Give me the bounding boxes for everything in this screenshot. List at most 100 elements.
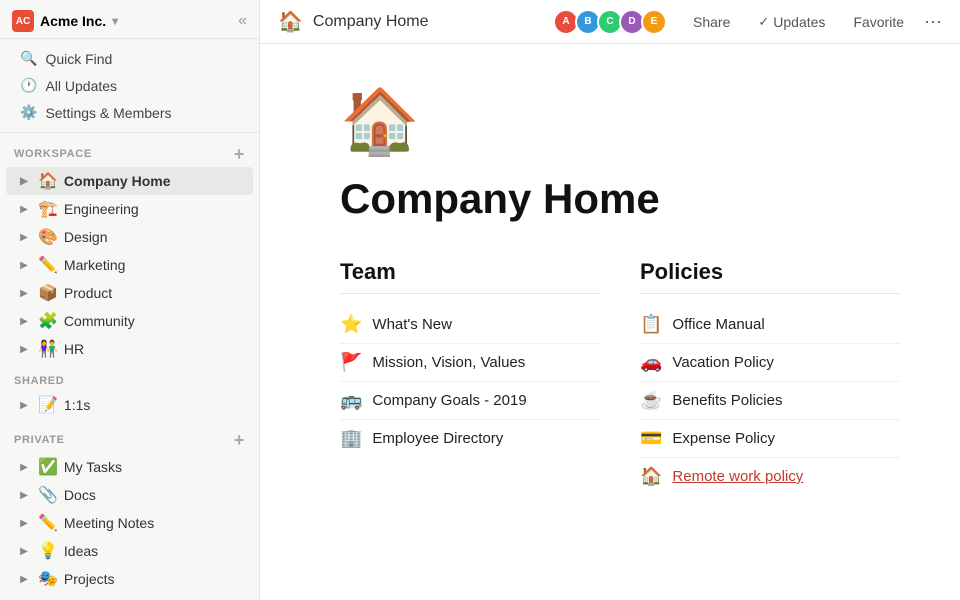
my-tasks-icon: ✅ [38,457,58,477]
tree-arrow-ideas: ▶ [16,546,32,557]
list-item-remote-work-policy[interactable]: 🏠 Remote work policy [640,458,900,495]
tree-arrow-design: ▶ [16,232,32,243]
tree-arrow-product: ▶ [16,288,32,299]
policies-column-title: Policies [640,259,900,294]
tree-arrow-hr: ▶ [16,344,32,355]
updates-button[interactable]: ✓ Updates [750,10,833,34]
list-item-office-manual[interactable]: 📋 Office Manual [640,306,900,344]
office-manual-icon: 📋 [640,314,662,335]
meeting-notes-icon: ✏️ [38,513,58,533]
more-options-button[interactable]: ··· [924,11,942,32]
all-updates-label: All Updates [45,78,117,94]
page-title: Company Home [340,175,900,223]
topbar: 🏠 Company Home A B C D E Share ✓ Updates… [260,0,960,44]
workspace-label: Acme Inc. [40,13,106,29]
shared-section-label: SHARED [0,363,259,391]
list-item-expense-policy[interactable]: 💳 Expense Policy [640,420,900,458]
topbar-actions: Share ✓ Updates Favorite ··· [685,10,942,34]
sidebar-item-1on1s[interactable]: ▶ 📝 1:1s [6,391,253,419]
expense-policy-label: Expense Policy [672,430,775,447]
sidebar-item-design[interactable]: ▶ 🎨 Design [6,223,253,251]
share-button[interactable]: Share [685,10,738,34]
engineering-icon: 🏗️ [38,199,58,219]
sidebar-item-marketing[interactable]: ▶ ✏️ Marketing [6,251,253,279]
tree-arrow-projects: ▶ [16,574,32,585]
sidebar-item-engineering[interactable]: ▶ 🏗️ Engineering [6,195,253,223]
shared-items: ▶ 📝 1:1s [0,391,259,419]
1on1s-label: 1:1s [64,397,243,413]
topbar-title: Company Home [313,13,543,31]
quick-find-label: Quick Find [45,51,112,67]
workspace-caret: ▾ [112,14,118,28]
design-icon: 🎨 [38,227,58,247]
remote-work-policy-icon: 🏠 [640,466,662,487]
tree-arrow-1on1s: ▶ [16,400,32,411]
private-section-label: PRIVATE + [0,419,259,453]
workspace-add-button[interactable]: + [234,145,245,163]
workspace-avatar: AC [12,10,34,32]
search-icon: 🔍 [20,50,37,67]
sidebar-item-quick-find[interactable]: 🔍 Quick Find [6,45,253,72]
favorite-label: Favorite [853,14,904,30]
ideas-icon: 💡 [38,541,58,561]
topbar-page-icon: 🏠 [278,9,303,34]
page-content: 🏠 Company Home Team ⭐ What's New 🚩 Missi… [260,44,960,600]
sidebar-collapse-button[interactable]: « [238,12,247,30]
list-item-company-goals[interactable]: 🚌 Company Goals - 2019 [340,382,600,420]
tree-arrow-company-home: ▶ [16,176,32,187]
updates-label: Updates [773,14,825,30]
projects-icon: 🎭 [38,569,58,589]
team-column-title: Team [340,259,600,294]
sidebar-item-hr[interactable]: ▶ 👫 HR [6,335,253,363]
main-panel: 🏠 Company Home A B C D E Share ✓ Updates… [260,0,960,600]
page-emoji: 🏠 [340,84,900,159]
policies-column: Policies 📋 Office Manual 🚗 Vacation Poli… [640,259,900,495]
list-item-employee-directory[interactable]: 🏢 Employee Directory [340,420,600,457]
sidebar-item-company-home[interactable]: ▶ 🏠 Company Home [6,167,253,195]
sidebar-item-docs[interactable]: ▶ 📎 Docs [6,481,253,509]
tree-arrow-meeting-notes: ▶ [16,518,32,529]
marketing-label: Marketing [64,257,243,273]
benefits-policies-label: Benefits Policies [672,392,782,409]
sidebar-item-all-updates[interactable]: 🕐 All Updates [6,72,253,99]
sidebar-item-my-tasks[interactable]: ▶ ✅ My Tasks [6,453,253,481]
shared-section-header: SHARED [0,363,259,391]
docs-icon: 📎 [38,485,58,505]
list-item-benefits-policies[interactable]: ☕ Benefits Policies [640,382,900,420]
sidebar-top: AC Acme Inc. ▾ « [0,0,259,39]
list-item-mission[interactable]: 🚩 Mission, Vision, Values [340,344,600,382]
topbar-avatars: A B C D E [553,9,667,35]
workspace-name[interactable]: AC Acme Inc. ▾ [12,10,118,32]
employee-directory-label: Employee Directory [372,430,503,447]
product-label: Product [64,285,243,301]
list-item-vacation-policy[interactable]: 🚗 Vacation Policy [640,344,900,382]
mission-label: Mission, Vision, Values [372,354,525,371]
avatar-5: E [641,9,667,35]
1on1s-icon: 📝 [38,395,58,415]
list-item-whats-new[interactable]: ⭐ What's New [340,306,600,344]
sidebar-item-community[interactable]: ▶ 🧩 Community [6,307,253,335]
sidebar-item-product[interactable]: ▶ 📦 Product [6,279,253,307]
checkmark-icon: ✓ [758,14,769,30]
sidebar-item-settings[interactable]: ⚙️ Settings & Members [6,99,253,126]
share-label: Share [693,14,730,30]
sidebar-item-projects[interactable]: ▶ 🎭 Projects [6,565,253,593]
vacation-policy-icon: 🚗 [640,352,662,373]
vacation-policy-label: Vacation Policy [672,354,773,371]
ideas-label: Ideas [64,543,243,559]
tree-arrow-docs: ▶ [16,490,32,501]
sidebar-item-meeting-notes[interactable]: ▶ ✏️ Meeting Notes [6,509,253,537]
company-home-icon: 🏠 [38,171,58,191]
clock-icon: 🕐 [20,77,37,94]
tree-arrow-my-tasks: ▶ [16,462,32,473]
hr-label: HR [64,341,243,357]
company-goals-icon: 🚌 [340,390,362,411]
favorite-button[interactable]: Favorite [845,10,912,34]
workspace-section-label: WORKSPACE + [0,133,259,167]
meeting-notes-label: Meeting Notes [64,515,243,531]
private-add-button[interactable]: + [234,431,245,449]
remote-work-policy-label: Remote work policy [672,468,803,485]
sidebar-item-ideas[interactable]: ▶ 💡 Ideas [6,537,253,565]
tree-arrow-engineering: ▶ [16,204,32,215]
whats-new-label: What's New [372,316,452,333]
